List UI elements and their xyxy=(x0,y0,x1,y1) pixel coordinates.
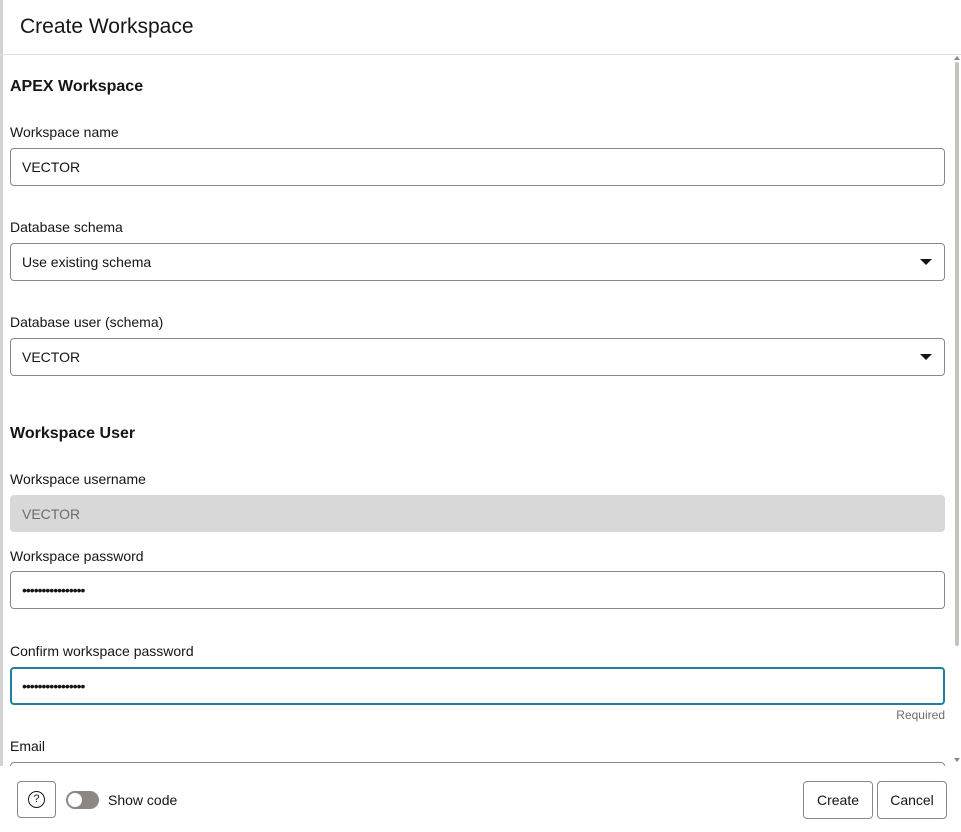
question-circle-icon: ? xyxy=(28,791,45,808)
workspace-password-label: Workspace password xyxy=(10,548,144,564)
workspace-username-value: VECTOR xyxy=(22,506,81,522)
show-code-toggle[interactable] xyxy=(66,791,99,809)
scroll-up-arrow-icon[interactable] xyxy=(954,56,960,60)
create-button[interactable]: Create xyxy=(803,781,873,819)
email-label: Email xyxy=(10,738,46,754)
workspace-username-label: Workspace username xyxy=(10,471,146,487)
database-user-label: Database user (schema) xyxy=(10,314,164,330)
dialog-title: Create Workspace xyxy=(20,15,194,38)
workspace-name-input[interactable]: VECTOR xyxy=(10,148,945,186)
dialog-header: Create Workspace xyxy=(0,0,961,55)
scrollbar-thumb[interactable] xyxy=(955,62,959,646)
dialog-footer: ? Show code Create Cancel xyxy=(0,766,961,832)
database-schema-select[interactable]: Use existing schema xyxy=(10,243,945,281)
dialog-body: APEX Workspace Workspace name VECTOR Dat… xyxy=(0,56,961,766)
scroll-down-arrow-icon[interactable] xyxy=(954,758,960,762)
workspace-name-value: VECTOR xyxy=(22,159,81,175)
workspace-user-heading: Workspace User xyxy=(10,425,136,442)
database-schema-value: Use existing schema xyxy=(22,254,152,270)
workspace-username-field: VECTOR xyxy=(10,495,945,532)
database-schema-label: Database schema xyxy=(10,219,123,235)
confirm-password-input[interactable]: •••••••••••••••• xyxy=(10,667,945,705)
confirm-password-value: •••••••••••••••• xyxy=(22,678,85,694)
chevron-down-icon xyxy=(920,354,932,360)
show-code-label: Show code xyxy=(108,792,178,808)
confirm-password-label: Confirm workspace password xyxy=(10,643,194,659)
required-hint: Required xyxy=(896,708,945,722)
database-user-select[interactable]: VECTOR xyxy=(10,338,945,376)
workspace-password-input[interactable]: •••••••••••••••• xyxy=(10,571,945,609)
help-button[interactable]: ? xyxy=(17,781,56,818)
workspace-password-value: •••••••••••••••• xyxy=(22,582,85,598)
chevron-down-icon xyxy=(920,259,932,265)
workspace-name-label: Workspace name xyxy=(10,124,119,140)
database-user-value: VECTOR xyxy=(22,349,81,365)
cancel-button[interactable]: Cancel xyxy=(877,781,947,819)
apex-workspace-heading: APEX Workspace xyxy=(10,78,144,95)
toggle-knob xyxy=(68,793,82,807)
